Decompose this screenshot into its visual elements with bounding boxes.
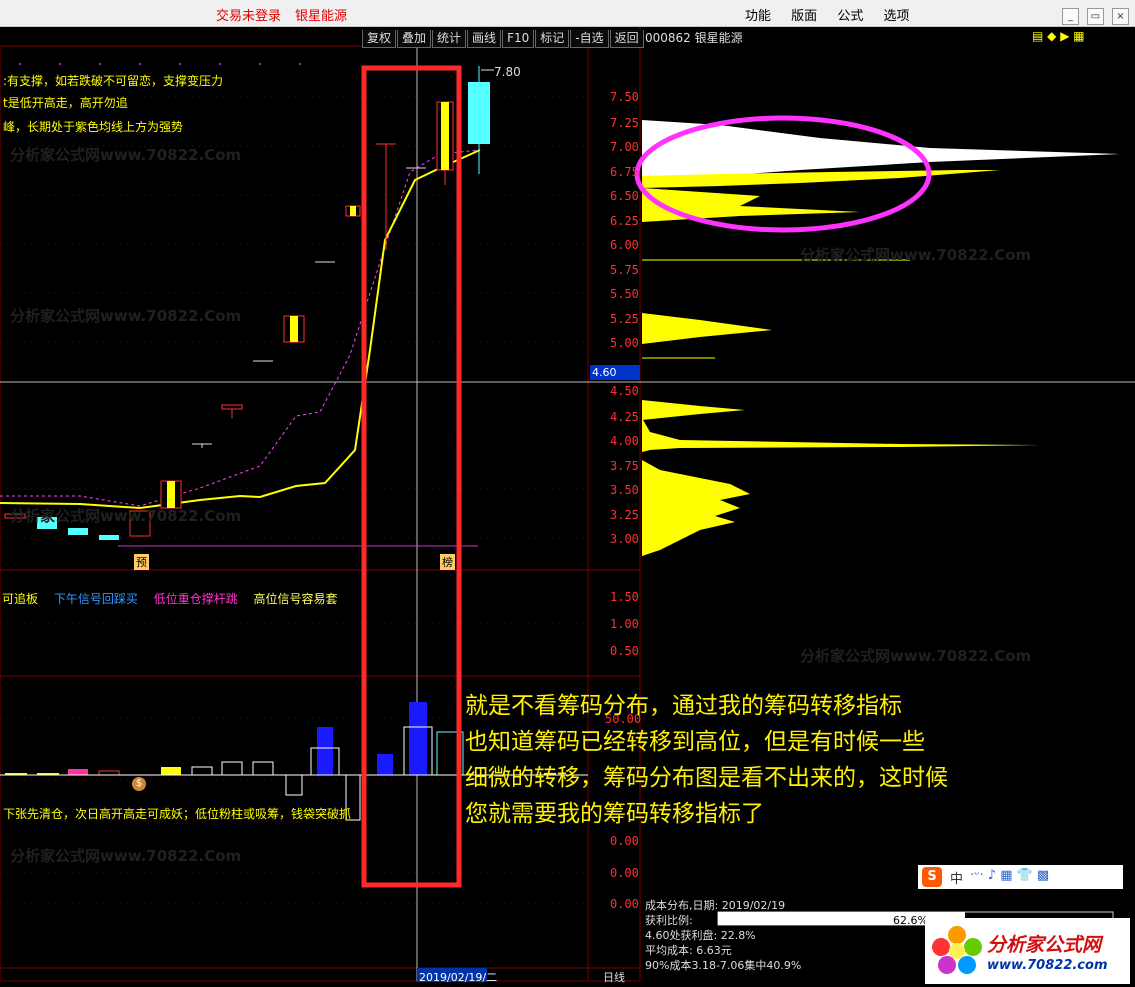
money-bag-icon: $ bbox=[132, 777, 146, 791]
price-tick: 4.00 bbox=[610, 434, 639, 448]
bottom-note: 下张先清仓，次日高开高走可成妖；低位粉柱或吸筹，钱袋突破抓 bbox=[3, 807, 352, 821]
price-tick: 7.25 bbox=[610, 116, 639, 130]
watermark: 分析家公式网www.70822.Com bbox=[10, 146, 242, 164]
note-3: 峰，长期处于紫色均线上方为强势 bbox=[3, 120, 184, 134]
price-tick: 4.50 bbox=[610, 384, 639, 398]
tool-mark[interactable]: 标记 bbox=[535, 30, 570, 48]
title-bar: 交易未登录 银星能源 功能 版面 公式 选项 _ ▭ × bbox=[0, 0, 1135, 27]
high-price-label: 7.80 bbox=[494, 65, 521, 79]
price-tick: 4.25 bbox=[610, 410, 639, 424]
price-tick: 3.00 bbox=[610, 532, 639, 546]
watermark: 分析家公式网www.70822.Com bbox=[10, 847, 242, 865]
price-tick: 6.75 bbox=[610, 165, 639, 179]
signal-lowpos: 低位重仓撑杆跳 bbox=[153, 592, 238, 606]
watermark: 分析家公式网www.70822.Com bbox=[10, 507, 242, 525]
candlesticks bbox=[4, 66, 494, 540]
price-tick: 5.50 bbox=[610, 287, 639, 301]
signal-highpos: 高位信号容易套 bbox=[253, 592, 338, 606]
menu-function[interactable]: 功能 bbox=[745, 9, 771, 24]
menu-options[interactable]: 选项 bbox=[883, 9, 909, 24]
close-icon[interactable]: × bbox=[1112, 8, 1129, 25]
site-logo: 分析家公式网 www.70822.com bbox=[925, 918, 1130, 984]
signal-afternoon: 下午信号回踩买 bbox=[53, 592, 138, 606]
tool-overlay[interactable]: 叠加 bbox=[397, 30, 432, 48]
price-tick: 5.75 bbox=[610, 263, 639, 277]
tool-fuquan[interactable]: 复权 bbox=[362, 30, 397, 48]
note-1: :有支撑，如若跌破不可留恋，支撑变压力 bbox=[3, 74, 224, 88]
sogou-icon[interactable]: S bbox=[922, 867, 942, 887]
price-tick: 7.00 bbox=[610, 140, 639, 154]
price-tick: 6.50 bbox=[610, 189, 639, 203]
chip-distribution bbox=[642, 120, 1120, 556]
ind-tick: 1.00 bbox=[610, 617, 639, 631]
price-tick: 6.00 bbox=[610, 238, 639, 252]
watermark: 分析家公式网www.70822.Com bbox=[800, 246, 1032, 264]
ime-icons[interactable]: ·ᵕ· ♪ ▦ 👕 ▩ bbox=[970, 868, 1049, 883]
menu-formula[interactable]: 公式 bbox=[837, 9, 863, 24]
watermark: 分析家公式网www.70822.Com bbox=[10, 307, 242, 325]
price-tick: 5.00 bbox=[610, 336, 639, 350]
indicator-legend: 可追板 下午信号回踩买 低位重仓撑杆跳 高位信号容易套 bbox=[2, 590, 338, 607]
ind-tick: 1.50 bbox=[610, 590, 639, 604]
toolbar-icons[interactable]: ▤ ◆ ▶ ▦ bbox=[1032, 29, 1085, 43]
stock-code-header: 000862 银星能源 bbox=[645, 31, 743, 45]
restore-icon[interactable]: ▭ bbox=[1086, 8, 1104, 25]
price-tick: 6.25 bbox=[610, 214, 639, 228]
marker-yu: 预 bbox=[134, 554, 149, 570]
ind-tick: 0.50 bbox=[610, 644, 639, 658]
ime-toolbar[interactable]: S 中 ·ᵕ· ♪ ▦ 👕 ▩ bbox=[918, 865, 1123, 889]
price-tick: 7.50 bbox=[610, 90, 639, 104]
marker-bang: 榜 bbox=[440, 554, 455, 570]
note-2: t是低开高走，高开勿追 bbox=[3, 96, 128, 110]
price-tick: 3.75 bbox=[610, 459, 639, 473]
menu-layout[interactable]: 版面 bbox=[791, 9, 817, 24]
period-label[interactable]: 日线 bbox=[603, 969, 625, 985]
price-tick: 5.25 bbox=[610, 312, 639, 326]
tool-draw[interactable]: 画线 bbox=[467, 30, 502, 48]
ime-lang[interactable]: 中 bbox=[950, 868, 963, 887]
tool-watchlist[interactable]: -自选 bbox=[570, 30, 609, 48]
cost-distribution-info: 成本分布,日期: 2019/02/19 获利比例: 62.6% 4.60处获利盘:… bbox=[645, 899, 928, 972]
logo-url: www.70822.com bbox=[987, 958, 1108, 973]
watermark: 分析家公式网www.70822.Com bbox=[800, 647, 1032, 665]
signal-zhuiban: 可追板 bbox=[2, 592, 39, 606]
flower-icon bbox=[932, 926, 982, 974]
annotation-text: 就是不看筹码分布，通过我的筹码转移指标 也知道筹码已经转移到高位，但是有时候一些… bbox=[465, 693, 948, 827]
vol-tick: 0.00 bbox=[610, 897, 639, 911]
minimize-icon[interactable]: _ bbox=[1061, 8, 1079, 25]
tool-back[interactable]: 返回 bbox=[609, 30, 644, 48]
login-status[interactable]: 交易未登录 bbox=[216, 5, 281, 24]
current-price-label: 4.60 bbox=[592, 366, 617, 379]
stock-name: 银星能源 bbox=[295, 9, 348, 24]
vol-tick: 0.00 bbox=[610, 866, 639, 880]
tool-stats[interactable]: 统计 bbox=[432, 30, 467, 48]
window-controls: _ ▭ × bbox=[1059, 4, 1129, 25]
tool-f10[interactable]: F10 bbox=[502, 30, 535, 48]
vol-tick: 0.00 bbox=[610, 834, 639, 848]
chart-toolbar: 复权 叠加 统计 画线 F10 标记 -自选 返回 bbox=[362, 27, 645, 48]
date-label: 2019/02/19/二 bbox=[419, 971, 498, 984]
price-tick: 3.25 bbox=[610, 508, 639, 522]
logo-name: 分析家公式网 bbox=[987, 934, 1102, 956]
main-menu: 功能 版面 公式 选项 bbox=[745, 5, 925, 24]
price-tick: 3.50 bbox=[610, 483, 639, 497]
